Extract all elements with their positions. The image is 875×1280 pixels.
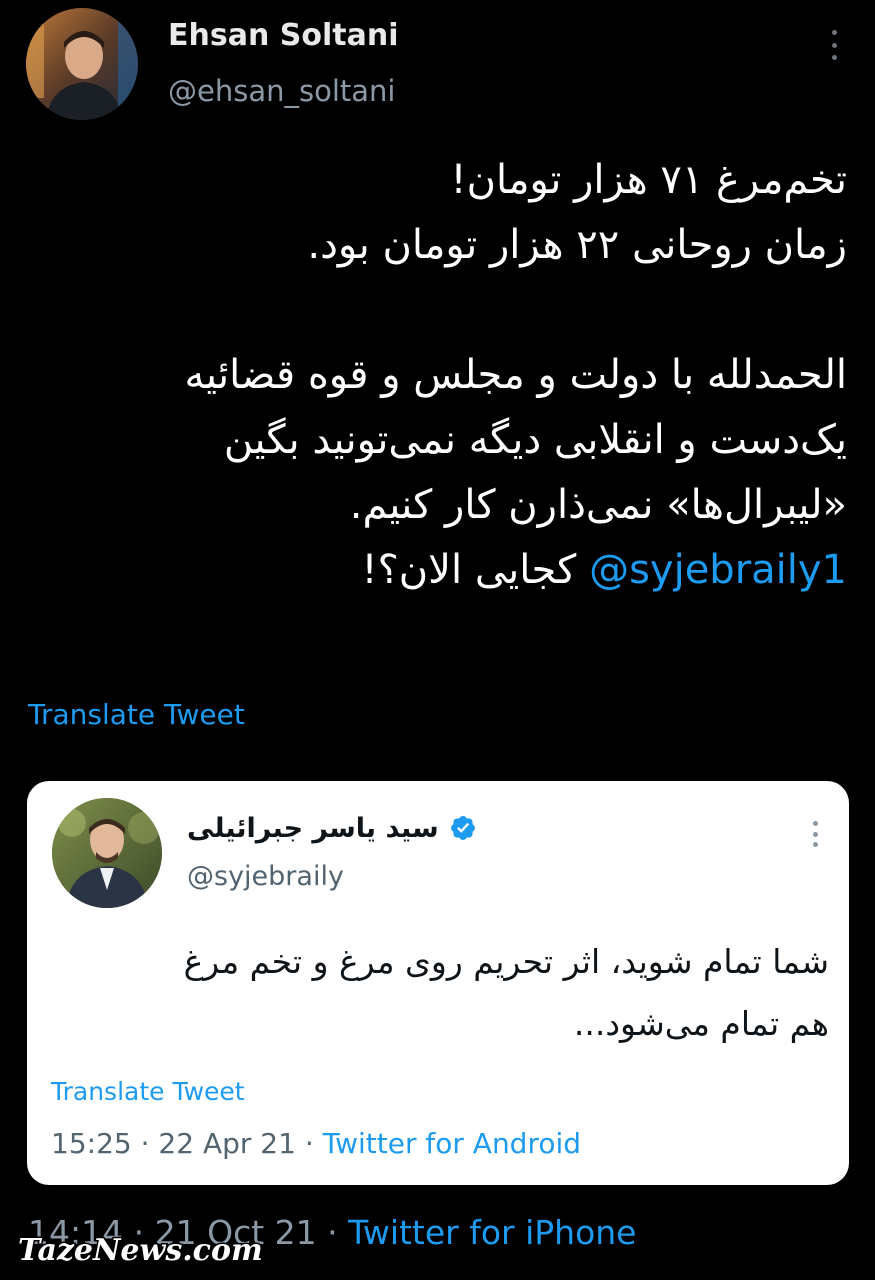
author-handle[interactable]: @ehsan_soltani — [168, 74, 395, 108]
tweet-line: یک‌دست و انقلابی دیگه نمی‌تونید بگین — [223, 417, 847, 463]
quoted-tweet-source-link[interactable]: Twitter for Android — [323, 1127, 581, 1160]
verified-badge-icon — [450, 816, 475, 840]
quoted-translate-tweet-link[interactable]: Translate Tweet — [51, 1077, 245, 1106]
quoted-tweet-card[interactable]: سید یاسر جبرائیلی @syjebraily شما تمام ش… — [27, 781, 849, 1185]
quoted-name-row: سید یاسر جبرائیلی — [187, 811, 477, 845]
more-options-icon[interactable] — [829, 30, 839, 60]
quoted-tweet-time: 15:25 — [51, 1127, 132, 1160]
translate-tweet-link[interactable]: Translate Tweet — [28, 698, 245, 731]
svg-text:TazeNews.com: TazeNews.com — [18, 1233, 263, 1268]
tweet-line-tail: کجایی الان؟! — [361, 547, 590, 593]
tweet-line-mention: @syjebraily1 کجایی الان؟! — [27, 538, 847, 603]
quoted-tweet-line: شما تمام شوید، اثر تحریم روی مرغ و تخم م… — [183, 942, 829, 981]
tweet-line: «لیبرال‌ها» نمی‌ذارن کار کنیم. — [349, 482, 847, 528]
meta-separator: · — [327, 1213, 338, 1252]
quoted-tweet-line: هم تمام می‌شود... — [573, 1004, 829, 1043]
avatar-photo — [26, 8, 138, 120]
quoted-author-name[interactable]: سید یاسر جبرائیلی — [187, 813, 439, 844]
meta-separator: · — [140, 1127, 150, 1160]
tweet-line: الحمدلله با دولت و مجلس و قوه قضائیه — [184, 352, 847, 398]
tweet-line: تخم‌مرغ ۷۱ هزار تومان! — [450, 157, 847, 203]
author-name[interactable]: Ehsan Soltani — [168, 18, 398, 53]
quoted-tweet-text: شما تمام شوید، اثر تحریم روی مرغ و تخم م… — [49, 931, 829, 1055]
author-avatar[interactable] — [26, 8, 138, 120]
quoted-tweet-meta: 15:25 · 22 Apr 21 · Twitter for Android — [51, 1127, 581, 1160]
quoted-more-options-icon[interactable] — [811, 821, 819, 847]
tweet-line: زمان روحانی ۲۲ هزار تومان بود. — [307, 222, 847, 268]
meta-separator: · — [304, 1127, 314, 1160]
mention-link[interactable]: @syjebraily1 — [589, 547, 847, 593]
tweet-source-link[interactable]: Twitter for iPhone — [348, 1213, 636, 1252]
quoted-author-avatar[interactable] — [52, 798, 162, 908]
avatar-photo — [52, 798, 162, 908]
watermark-logo: TazeNews.com — [17, 1232, 265, 1270]
quoted-tweet-date: 22 Apr 21 — [158, 1127, 296, 1160]
tweet-text: تخم‌مرغ ۷۱ هزار تومان! زمان روحانی ۲۲ هز… — [27, 148, 847, 603]
quoted-author-handle[interactable]: @syjebraily — [187, 861, 344, 892]
